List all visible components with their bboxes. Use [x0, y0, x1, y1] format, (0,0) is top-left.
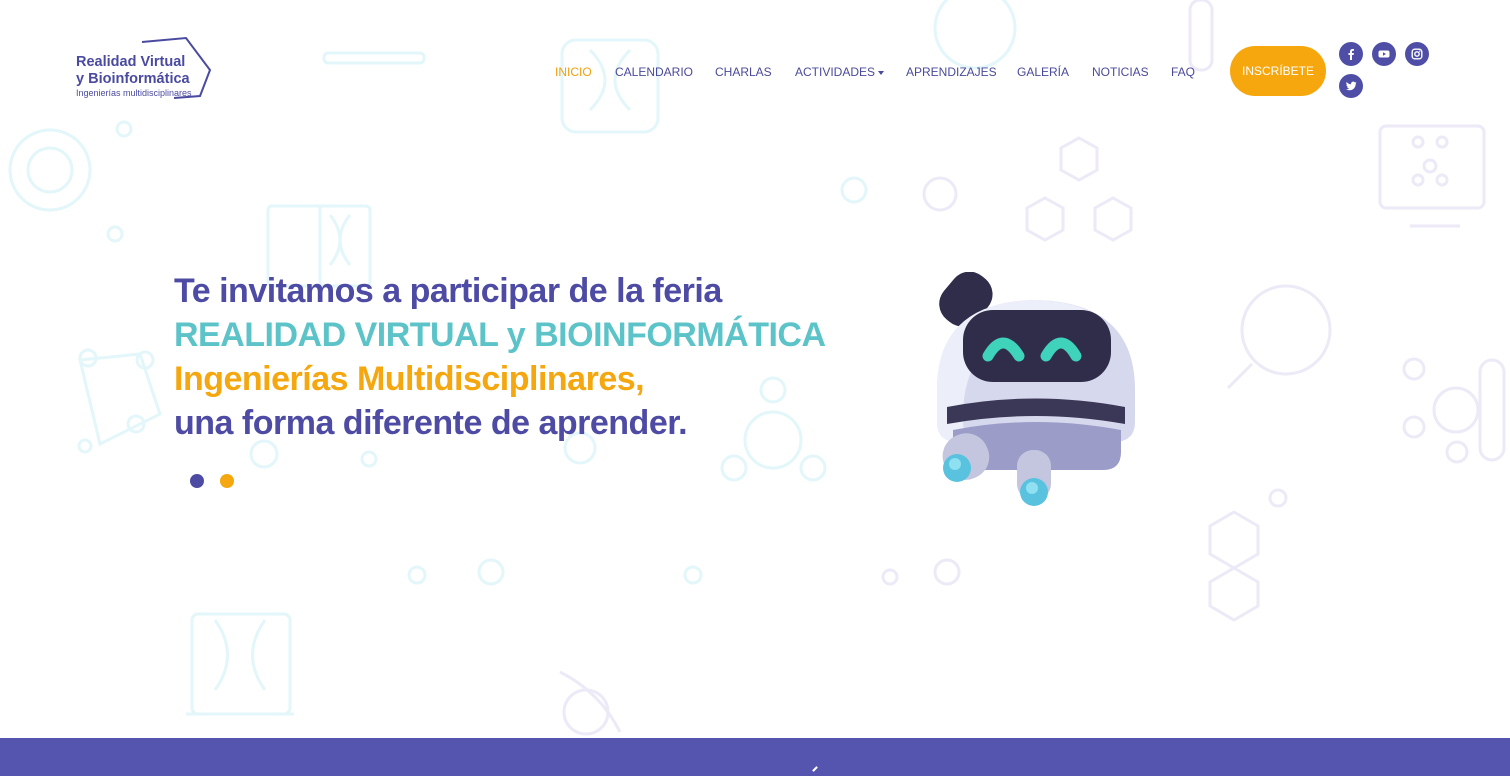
facebook-icon [1348, 49, 1354, 60]
carousel-indicator-2[interactable] [220, 474, 234, 488]
hero-line-subtitle: Ingenierías Multidisciplinares, [174, 360, 645, 398]
nav-charlas[interactable]: CHARLAS [715, 65, 772, 79]
hero-line-event-name: REALIDAD VIRTUAL y BIOINFORMÁTICA [174, 316, 826, 354]
hero-line-invitation: Te invitamos a participar de la feria [174, 272, 722, 310]
facebook-link[interactable] [1339, 42, 1363, 66]
logo-title-line2: y Bioinformática [76, 71, 190, 87]
nav-actividades[interactable]: ACTIVIDADES [795, 65, 885, 79]
twitter-link[interactable] [1339, 74, 1363, 98]
nav-actividades-label: ACTIVIDADES [795, 65, 876, 79]
nav-galeria[interactable]: GALERÍA [1017, 65, 1069, 79]
carousel-indicator-1[interactable] [190, 474, 204, 488]
inscribete-button[interactable]: INSCRÍBETE [1230, 46, 1326, 96]
site-logo[interactable]: Realidad Virtual y Bioinformática Ingeni… [74, 36, 214, 102]
nav-faq[interactable]: FAQ [1171, 65, 1195, 79]
youtube-icon [1378, 50, 1390, 58]
logo-title-line1: Realidad Virtual [76, 54, 186, 70]
bottom-section-band [0, 738, 1510, 776]
logo-tagline: Ingenierías multidisciplinares [76, 88, 192, 98]
nav-aprendizajes[interactable]: APRENDIZAJES [906, 65, 997, 79]
youtube-link[interactable] [1372, 42, 1396, 66]
instagram-icon [1411, 48, 1423, 60]
nav-noticias[interactable]: NOTICIAS [1092, 65, 1149, 79]
dropdown-caret-icon [878, 70, 885, 75]
nav-inicio[interactable]: INICIO [555, 65, 592, 79]
hero-line-tagline: una forma diferente de aprender. [174, 404, 688, 442]
twitter-icon [1346, 81, 1357, 91]
nav-calendario[interactable]: CALENDARIO [615, 65, 693, 79]
instagram-link[interactable] [1405, 42, 1429, 66]
robot-mascot-icon [937, 272, 1135, 506]
